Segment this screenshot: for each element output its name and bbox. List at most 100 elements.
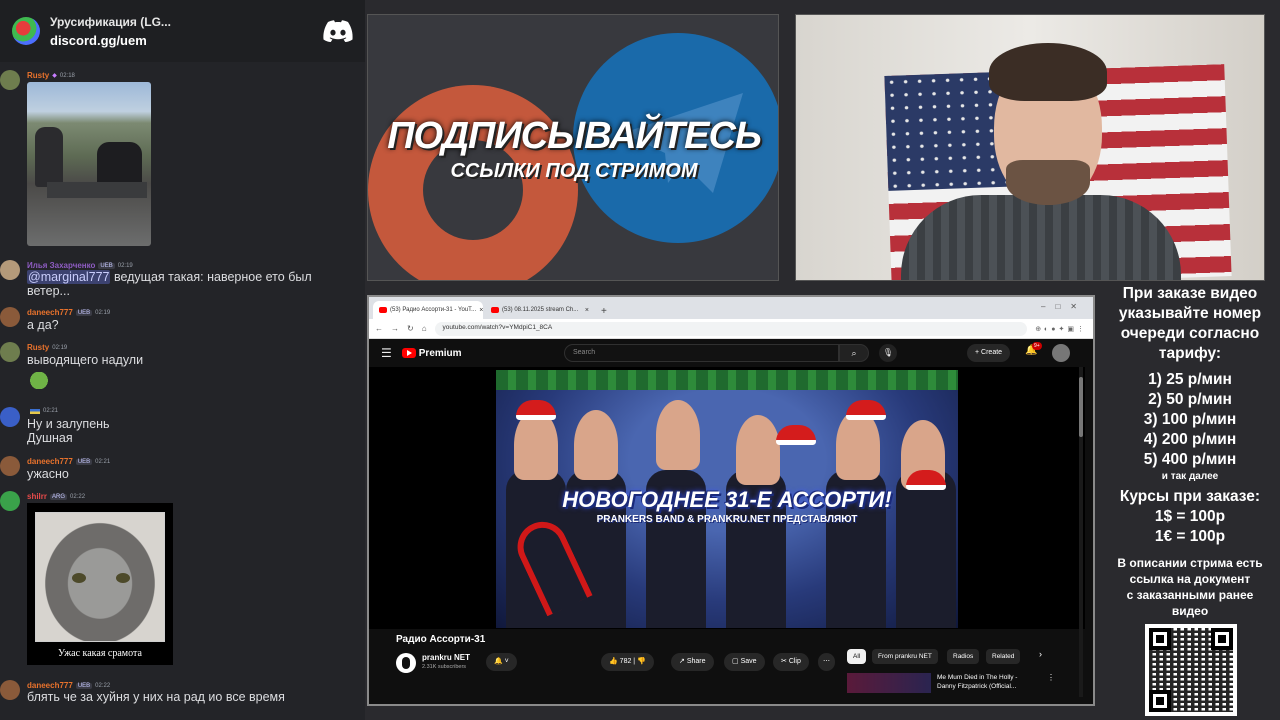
- youtube-page: ☰ Premium Search ⌕ 🎙 + Create 🔔 9+ НОВОГ…: [369, 339, 1093, 704]
- description-note: видео: [1171, 604, 1209, 618]
- server-name: Урусификация (LG...: [50, 14, 171, 29]
- server-icon: [12, 17, 40, 45]
- boost-icon: ◆: [52, 73, 57, 79]
- tab-youtube-radio[interactable]: (53) Радио Ассорти-31 - YouT... ×: [373, 301, 483, 319]
- username[interactable]: Rusty: [27, 343, 49, 352]
- username[interactable]: shilrr: [27, 492, 47, 501]
- pricing-intro: очереди согласно: [1120, 325, 1260, 342]
- avatar: [0, 491, 20, 511]
- user-mention[interactable]: @marginal777: [27, 270, 111, 284]
- username[interactable]: Илья Захарченко: [27, 261, 95, 270]
- flag-badge-icon: [30, 408, 40, 414]
- forward-icon[interactable]: →: [391, 324, 399, 333]
- more-actions-icon[interactable]: ⋯: [818, 653, 835, 671]
- subscribed-bell-button[interactable]: 🔔 ˅: [486, 653, 517, 671]
- pricing-intro: При заказе видео: [1122, 285, 1258, 302]
- timestamp: 02:22: [70, 493, 86, 500]
- pricing-tier: 5) 400 р/мин: [1143, 451, 1237, 468]
- new-tab-button[interactable]: +: [597, 306, 611, 319]
- username[interactable]: daneech777: [27, 681, 73, 690]
- youtube-play-icon: [401, 348, 416, 358]
- promo-title: ПОДПИСЫВАЙТЕСЬ: [387, 115, 762, 157]
- chat-message: daneech777 UEB 02:22 блять че за хуйня у…: [0, 678, 365, 708]
- chat-message: 02:21 Ну и залупень Душная: [0, 405, 365, 447]
- cat-image: [35, 512, 165, 642]
- username[interactable]: daneech777: [27, 457, 73, 466]
- search-input[interactable]: Search: [564, 344, 839, 362]
- pricing-tier: 1) 25 р/мин: [1148, 371, 1232, 388]
- reload-icon[interactable]: ↻: [407, 324, 414, 333]
- close-icon[interactable]: ×: [479, 307, 483, 314]
- chip-all[interactable]: All: [847, 649, 867, 664]
- avatar: [0, 456, 20, 476]
- video-player[interactable]: НОВОГОДНЕЕ 31-Е АССОРТИ! PRANKERS BAND &…: [369, 367, 1085, 697]
- youtube-favicon-icon: [491, 307, 499, 313]
- description-note: с заказанными ранее: [1126, 588, 1254, 602]
- username[interactable]: Rusty: [27, 71, 49, 80]
- video-info: Радио Ассорти-31 prankru NET 2.31K subsc…: [369, 629, 1085, 704]
- message-text: выводящего надули: [27, 353, 144, 367]
- notification-count: 9+: [1032, 342, 1042, 350]
- tab-bar: (53) Радио Ассорти-31 - YouT... × (53) 0…: [369, 297, 1093, 319]
- channel-name[interactable]: prankru NET: [422, 653, 470, 662]
- pricing-etc: и так далее: [1161, 471, 1219, 482]
- video-frame[interactable]: НОВОГОДНЕЕ 31-Е АССОРТИ! PRANKERS BAND &…: [496, 370, 958, 628]
- close-icon[interactable]: ×: [585, 307, 589, 314]
- pricing-panel: При заказе видео указывайте номер очеред…: [1100, 284, 1280, 720]
- chat-image-attachment[interactable]: [27, 82, 151, 246]
- pricing-tier: 3) 100 р/мин: [1143, 411, 1237, 428]
- guild-badge: UEB: [75, 682, 93, 689]
- extensions-icons[interactable]: ⊕◐●✦▣⋮: [1035, 325, 1087, 333]
- message-text: Ну и залупень Душная: [27, 417, 110, 445]
- clip-button[interactable]: ✂ Clip: [773, 653, 809, 671]
- create-button[interactable]: + Create: [967, 344, 1011, 362]
- subscriber-count: 2.31K subscribers: [422, 664, 467, 670]
- address-bar: ← → ↻ ⌂ youtube.com/watch?v=YMdpiC1_8CA …: [369, 319, 1093, 339]
- rates-title: Курсы при заказе:: [1119, 488, 1261, 505]
- channel-avatar[interactable]: [396, 653, 416, 673]
- qr-code: [1145, 624, 1237, 716]
- chip-radios[interactable]: Radios: [947, 649, 980, 664]
- message-text: @marginal777 ведущая такая: наверное ето…: [27, 270, 312, 298]
- chevron-right-icon[interactable]: ›: [1039, 649, 1042, 659]
- home-icon[interactable]: ⌂: [422, 324, 427, 333]
- timestamp: 02:19: [52, 344, 68, 351]
- recommended-title[interactable]: Me Mum Died in The Holly - Danny Fitzpat…: [937, 673, 1032, 691]
- window-controls[interactable]: –□✕: [1041, 302, 1087, 311]
- username[interactable]: daneech777: [27, 308, 73, 317]
- discord-logo-icon: [323, 20, 353, 42]
- timestamp: 02:18: [59, 72, 75, 79]
- guild-badge: UEB: [75, 458, 93, 465]
- avatar: [0, 342, 20, 362]
- pricing-tier: 4) 200 р/мин: [1143, 431, 1237, 448]
- hamburger-menu-icon[interactable]: ☰: [381, 346, 392, 360]
- chip-from-channel[interactable]: From prankru NET: [872, 649, 938, 664]
- sticker-image[interactable]: [27, 372, 51, 389]
- recommended-thumbnail[interactable]: [847, 673, 931, 693]
- chip-related[interactable]: Related: [986, 649, 1021, 664]
- tab-youtube-stream[interactable]: (53) 08.11.2025 stream Ch... ×: [485, 301, 595, 319]
- like-button[interactable]: 👍 782 | 👎: [601, 653, 654, 671]
- invite-link[interactable]: discord.gg/uem: [50, 33, 313, 48]
- url-field[interactable]: youtube.com/watch?v=YMdpiC1_8CA: [434, 321, 1028, 336]
- save-button[interactable]: ▢ Save: [724, 653, 765, 671]
- cat-meme-attachment[interactable]: Ужас какая срамота: [27, 503, 173, 665]
- account-avatar[interactable]: [1052, 344, 1070, 362]
- chat-message: daneech777 UEB 02:19 а да?: [0, 305, 365, 335]
- microphone-icon[interactable]: 🎙: [879, 344, 897, 362]
- webcam-feed: [795, 14, 1265, 281]
- youtube-logo[interactable]: Premium: [401, 348, 462, 359]
- timestamp: 02:21: [43, 408, 59, 414]
- back-icon[interactable]: ←: [375, 324, 383, 333]
- search-icon[interactable]: ⌕: [839, 344, 869, 362]
- description-note: В описании стрима есть: [1117, 556, 1263, 570]
- discord-header: Урусификация (LG... discord.gg/uem: [0, 0, 365, 62]
- message-text: ужасно: [27, 467, 69, 481]
- streamer: [901, 195, 1181, 280]
- rate-eur: 1€ = 100р: [1154, 528, 1226, 545]
- guild-badge: ARG: [50, 493, 68, 500]
- rate-usd: 1$ = 100р: [1154, 508, 1226, 525]
- share-button[interactable]: ↗ Share: [671, 653, 714, 671]
- promo-subtitle: ССЫЛКИ ПОД СТРИМОМ: [450, 160, 698, 182]
- more-options-icon[interactable]: ⋮: [1047, 673, 1055, 682]
